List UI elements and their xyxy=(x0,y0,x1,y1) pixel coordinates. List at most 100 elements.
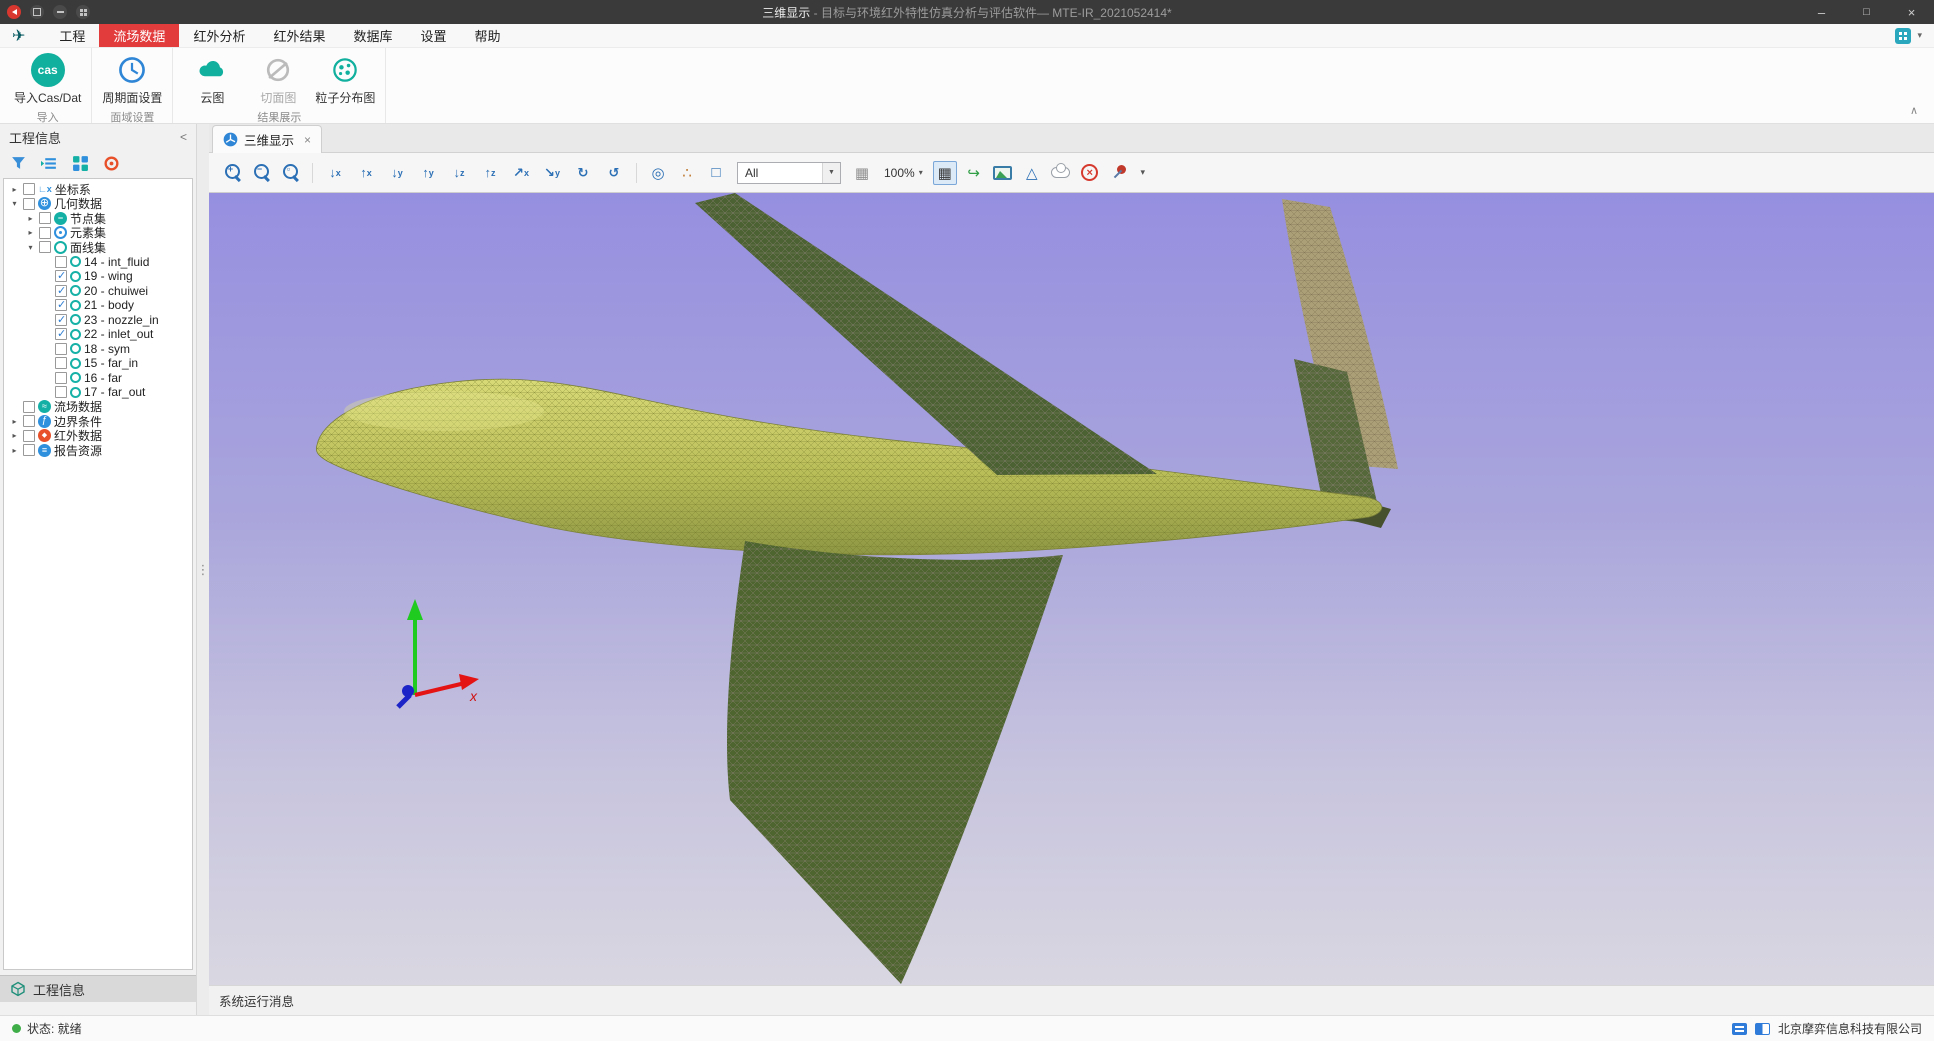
aircraft-mesh-model[interactable]: x xyxy=(209,193,1934,985)
view-iso-2-icon[interactable]: ↘y xyxy=(539,161,565,185)
checkbox[interactable] xyxy=(55,386,67,398)
tree-item-surface-21-body[interactable]: 21 - body xyxy=(6,298,192,313)
rotate-ccw-icon[interactable]: ↺ xyxy=(601,161,627,185)
undo-button[interactable] xyxy=(53,5,67,19)
view-y-pos-icon[interactable]: ↑y xyxy=(415,161,441,185)
tab-3d-view[interactable]: 三维显示 xyxy=(212,125,322,153)
tree-item-report-resources[interactable]: ▸报告资源 xyxy=(6,443,192,458)
app-button[interactable] xyxy=(7,5,21,19)
checkbox[interactable] xyxy=(55,314,67,326)
pin-options-chevron[interactable]: ▾ xyxy=(1136,161,1150,185)
checkbox[interactable] xyxy=(55,270,67,282)
menu-tab-project[interactable]: 工程 xyxy=(45,24,99,47)
clear-view-icon[interactable]: × xyxy=(1078,161,1102,185)
expander-expanded-icon[interactable]: ▾ xyxy=(25,243,36,252)
box-select-icon[interactable]: □ xyxy=(704,161,728,185)
expander-collapsed-icon[interactable]: ▸ xyxy=(9,417,20,426)
view-x-neg-icon[interactable]: ↓x xyxy=(322,161,348,185)
ribbon-collapse-icon[interactable] xyxy=(1910,104,1918,117)
expander-collapsed-icon[interactable]: ▸ xyxy=(25,228,36,237)
view-x-pos-icon[interactable]: ↑x xyxy=(353,161,379,185)
split-layout-icon[interactable] xyxy=(1755,1023,1770,1035)
view-y-neg-icon[interactable]: ↓y xyxy=(384,161,410,185)
maximize-button[interactable] xyxy=(1844,0,1889,24)
menu-tab-ir-analysis[interactable]: 红外分析 xyxy=(179,24,259,47)
tree-item-surface-22-inlet-out[interactable]: 22 - inlet_out xyxy=(6,327,192,342)
grid-view-icon[interactable] xyxy=(72,155,89,172)
3d-viewport[interactable]: x xyxy=(209,193,1934,985)
expander-collapsed-icon[interactable]: ▸ xyxy=(9,185,20,194)
checkbox[interactable] xyxy=(23,430,35,442)
zoom-level-dropdown[interactable]: 100%▾ xyxy=(879,162,928,184)
rotate-cw-icon[interactable]: ↻ xyxy=(570,161,596,185)
export-icon[interactable]: ↪ xyxy=(962,161,986,185)
apps-grid-icon[interactable] xyxy=(1895,28,1911,44)
tree-item-surface-23-nozzle-in[interactable]: 23 - nozzle_in xyxy=(6,313,192,328)
checkbox[interactable] xyxy=(39,241,51,253)
pin-icon[interactable] xyxy=(1107,161,1131,185)
halftone-icon[interactable]: ▦ xyxy=(850,161,874,185)
filter-icon[interactable] xyxy=(10,155,27,172)
periodic-face-settings-button[interactable]: 周期面设置 xyxy=(102,51,162,106)
list-view-icon[interactable] xyxy=(41,155,58,172)
menu-tab-database[interactable]: 数据库 xyxy=(339,24,406,47)
entity-filter-combo[interactable]: All▼ xyxy=(737,162,841,184)
tree-item-surface-16-far[interactable]: 16 - far xyxy=(6,371,192,386)
zoom-window-icon[interactable]: ▫ xyxy=(279,161,303,185)
mirror-icon[interactable]: △ xyxy=(1020,161,1044,185)
silhouette-icon[interactable] xyxy=(1049,161,1073,185)
checkbox[interactable] xyxy=(55,299,67,311)
snapshot-icon[interactable] xyxy=(991,161,1015,185)
checkbox[interactable] xyxy=(55,256,67,268)
tree-item-surface-19-wing[interactable]: 19 - wing xyxy=(6,269,192,284)
save-button[interactable] xyxy=(30,5,44,19)
locate-target-icon[interactable] xyxy=(103,155,120,172)
view-iso-1-icon[interactable]: ↗x xyxy=(508,161,534,185)
checkbox[interactable] xyxy=(23,198,35,210)
checkbox[interactable] xyxy=(55,357,67,369)
tab-close-icon[interactable] xyxy=(304,133,311,147)
tree-item-face-sets[interactable]: ▾面线集 xyxy=(6,240,192,255)
expander-collapsed-icon[interactable]: ▸ xyxy=(9,431,20,440)
menu-tab-flow-data[interactable]: 流场数据 xyxy=(99,24,179,47)
tree-item-surface-14-int-fluid[interactable]: 14 - int_fluid xyxy=(6,255,192,270)
tree-item-surface-15-far-in[interactable]: 15 - far_in xyxy=(6,356,192,371)
import-cas-dat-button[interactable]: cas 导入Cas/Dat xyxy=(14,51,81,106)
minimize-button[interactable] xyxy=(1799,0,1844,24)
tree-item-surface-18-sym[interactable]: 18 - sym xyxy=(6,342,192,357)
menu-tab-settings[interactable]: 设置 xyxy=(406,24,460,47)
checkbox[interactable] xyxy=(23,444,35,456)
checkbox[interactable] xyxy=(39,227,51,239)
checkbox[interactable] xyxy=(55,285,67,297)
tree-item-surface-20-chuiwei[interactable]: 20 - chuiwei xyxy=(6,284,192,299)
panel-collapse-icon[interactable] xyxy=(180,130,187,144)
zoom-out-icon[interactable]: − xyxy=(250,161,274,185)
panel-splitter[interactable] xyxy=(197,124,209,1015)
view-z-neg-icon[interactable]: ↓z xyxy=(446,161,472,185)
checkbox[interactable] xyxy=(55,372,67,384)
history-button[interactable] xyxy=(76,5,90,19)
combo-dropdown-arrow[interactable]: ▼ xyxy=(822,163,840,183)
expander-collapsed-icon[interactable]: ▸ xyxy=(9,446,20,455)
chevron-down-icon[interactable]: ▾ xyxy=(1917,30,1922,41)
project-panel-bottom-tab[interactable]: 工程信息 xyxy=(0,975,196,1002)
checkbox[interactable] xyxy=(39,212,51,224)
view-z-pos-icon[interactable]: ↑z xyxy=(477,161,503,185)
checkbox[interactable] xyxy=(23,415,35,427)
probe-icon[interactable]: ◎ xyxy=(646,161,670,185)
menu-tab-ir-results[interactable]: 红外结果 xyxy=(259,24,339,47)
expander-expanded-icon[interactable]: ▾ xyxy=(9,199,20,208)
checkbox[interactable] xyxy=(23,183,35,195)
panel-layout-icon[interactable] xyxy=(1732,1023,1747,1035)
node-graph-icon[interactable]: ∴ xyxy=(675,161,699,185)
particle-distribution-button[interactable]: 粒子分布图 xyxy=(315,51,375,106)
mesh-grid-toggle[interactable]: ▦ xyxy=(933,161,957,185)
zoom-in-icon[interactable]: + xyxy=(221,161,245,185)
contour-plot-button[interactable]: 云图 xyxy=(183,51,241,106)
checkbox[interactable] xyxy=(55,328,67,340)
menu-tab-help[interactable]: 帮助 xyxy=(461,24,515,47)
close-button[interactable] xyxy=(1889,0,1934,24)
checkbox[interactable] xyxy=(55,343,67,355)
expander-collapsed-icon[interactable]: ▸ xyxy=(25,214,36,223)
checkbox[interactable] xyxy=(23,401,35,413)
